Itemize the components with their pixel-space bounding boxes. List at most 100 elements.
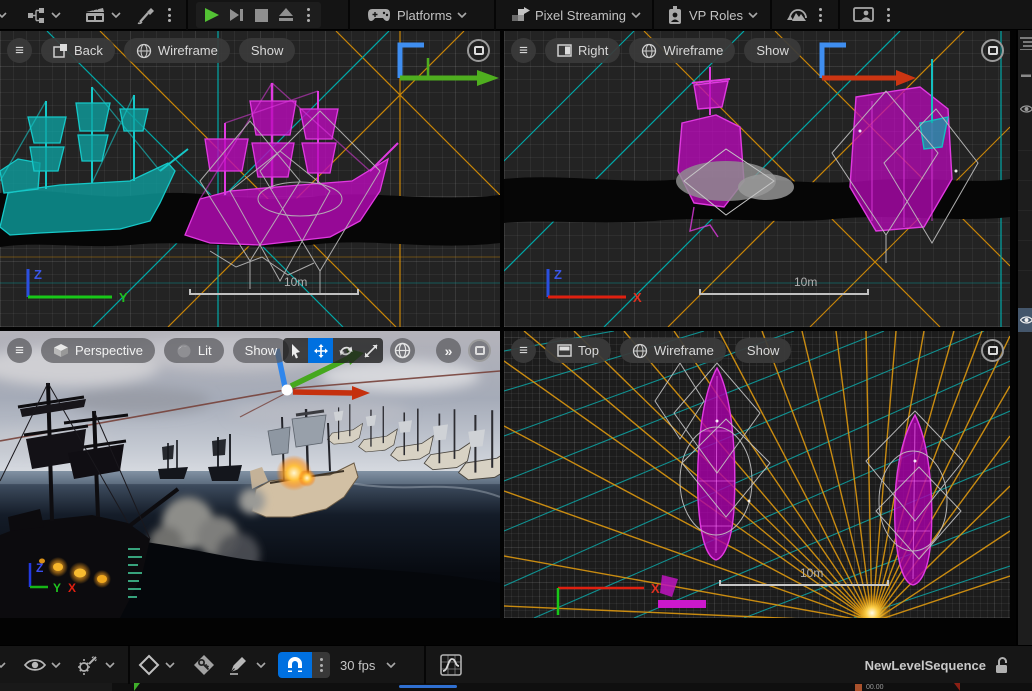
viewport-right[interactable]: Z X 10m ≡ Right Wireframe Show (504, 31, 1010, 327)
axis-x-label: X (68, 581, 76, 595)
view-direction-button[interactable]: Back (41, 38, 115, 63)
render-mode-button[interactable]: Wireframe (124, 38, 230, 63)
rotate-tool-button[interactable] (333, 338, 358, 363)
viewport-menu-button[interactable]: ≡ (7, 338, 32, 363)
outliner-list-icon (1018, 36, 1032, 50)
maximize-viewport-button[interactable] (981, 39, 1004, 62)
hamburger-icon: ≡ (15, 342, 24, 359)
chevron-down-icon (457, 10, 468, 20)
world-space-toggle[interactable] (390, 338, 415, 363)
ortho-view-icon (557, 343, 572, 358)
snapping-toggle-button[interactable] (278, 652, 312, 678)
maximize-icon (474, 46, 484, 55)
view-direction-button[interactable]: Perspective (41, 338, 155, 363)
scale-tool-button[interactable] (358, 338, 383, 363)
keyframe-options-dropdown[interactable] (76, 646, 116, 684)
viewport-menu-button[interactable]: ≡ (511, 338, 536, 363)
play-icon[interactable] (204, 7, 220, 23)
scale-ruler: 10m (700, 275, 868, 294)
viewport-menu-button[interactable]: ≡ (7, 38, 32, 63)
maximize-viewport-button[interactable] (468, 339, 491, 362)
toolbar-partial-chevron[interactable] (0, 646, 7, 684)
snapping-options-menu[interactable] (312, 652, 330, 678)
playhead-marker[interactable] (855, 684, 862, 691)
modes-overflow-menu[interactable] (165, 0, 174, 30)
kebab-icon (165, 8, 174, 22)
timeline-end-marker[interactable] (954, 683, 960, 691)
skip-frame-icon[interactable] (230, 8, 245, 22)
paint-mode-button[interactable] (136, 0, 156, 30)
curve-pen-dropdown[interactable] (228, 646, 267, 684)
origin-axis-indicator: Z X (548, 267, 642, 305)
keyframe-dropdown[interactable] (138, 646, 176, 684)
axis-x-label: X (651, 581, 660, 596)
chevron-down-icon (165, 660, 176, 670)
select-tool-button[interactable] (283, 338, 308, 363)
viewport-perspective[interactable]: Z Y X ≡ Perspective Lit Show (0, 331, 500, 618)
viewport-top[interactable]: X 10m ≡ Top Wireframe Show (504, 331, 1010, 618)
show-flags-button[interactable]: Show (744, 38, 801, 63)
render-mode-label: Wireframe (158, 43, 218, 58)
timeline-start-marker[interactable] (134, 683, 140, 691)
maximize-viewport-button[interactable] (981, 339, 1004, 362)
blueprints-dropdown[interactable] (26, 0, 62, 30)
move-tool-button[interactable] (308, 338, 333, 363)
show-flags-button[interactable]: Show (239, 38, 296, 63)
selected-row-visibility[interactable] (1018, 308, 1032, 332)
eject-icon[interactable] (278, 8, 294, 23)
kebab-icon[interactable] (304, 8, 313, 22)
origin-axis-indicator: Z Y (28, 267, 128, 305)
curve-editor-icon (440, 654, 462, 676)
sequencer-timeline-edge[interactable]: 00.00 (0, 683, 1032, 691)
env-overflow-menu[interactable] (816, 0, 825, 30)
auto-key-button[interactable] (192, 646, 216, 684)
vp-roles-dropdown[interactable]: VP Roles (666, 0, 759, 30)
viewport-back[interactable]: Z Y 10m ≡ Back Wireframe Show (0, 31, 500, 327)
filter-dash-icon (1018, 74, 1032, 78)
env-cycle-button[interactable] (786, 0, 810, 30)
toolbar-partial-dropdown[interactable] (0, 0, 8, 30)
remote-session-button[interactable] (852, 0, 876, 30)
show-flags-button[interactable]: Show (735, 338, 792, 363)
viewport-top-header: ≡ Top Wireframe Show (511, 338, 791, 363)
viewport-perspective-canvas[interactable]: Z Y X (0, 331, 500, 618)
chevron-down-icon (256, 660, 267, 670)
transform-gizmo[interactable] (822, 45, 916, 86)
view-direction-button[interactable]: Right (545, 38, 620, 63)
maximize-viewport-button[interactable] (467, 39, 490, 62)
show-flags-button[interactable]: Show (233, 338, 290, 363)
stop-icon[interactable] (255, 9, 268, 22)
snapping-control (278, 646, 330, 684)
chevron-down-icon (51, 10, 62, 20)
remote-overflow-menu[interactable] (884, 0, 893, 30)
visibility-eye-icon[interactable] (1018, 104, 1032, 114)
viewport-right-canvas[interactable]: Z X 10m (504, 31, 1010, 327)
render-mode-label: Lit (198, 343, 212, 358)
pixel-streaming-dropdown[interactable]: Pixel Streaming (510, 0, 642, 30)
expand-toolbar-button[interactable]: » (436, 338, 461, 363)
clapperboard-icon (84, 5, 106, 25)
gear-wand-icon (76, 655, 100, 675)
view-direction-button[interactable]: Top (545, 338, 611, 363)
maximize-icon (988, 46, 998, 55)
globe-icon (394, 342, 411, 359)
magenta-marker-bar (658, 600, 706, 608)
timeline-scrollbar[interactable] (399, 685, 457, 688)
fps-label: 30 fps (340, 658, 375, 673)
fps-dropdown[interactable]: 30 fps (340, 646, 397, 684)
wireframe-globe-icon (632, 343, 648, 359)
orange-ray-fan (504, 331, 1010, 618)
platforms-dropdown[interactable]: Platforms (368, 0, 468, 30)
viewport-back-canvas[interactable]: Z Y 10m (0, 31, 500, 327)
transform-tool-group (283, 338, 383, 363)
sequence-lock-button[interactable] (994, 646, 1010, 684)
render-mode-button[interactable]: Wireframe (620, 338, 726, 363)
viewport-menu-button[interactable]: ≡ (511, 38, 536, 63)
viewport-top-canvas[interactable]: X 10m (504, 331, 1010, 618)
view-options-dropdown[interactable] (24, 646, 62, 684)
wireframe-globe-icon (136, 43, 152, 59)
render-mode-button[interactable]: Wireframe (629, 38, 735, 63)
render-mode-button[interactable]: Lit (164, 338, 224, 363)
curve-editor-button[interactable] (440, 646, 462, 684)
cinematics-dropdown[interactable] (84, 0, 122, 30)
